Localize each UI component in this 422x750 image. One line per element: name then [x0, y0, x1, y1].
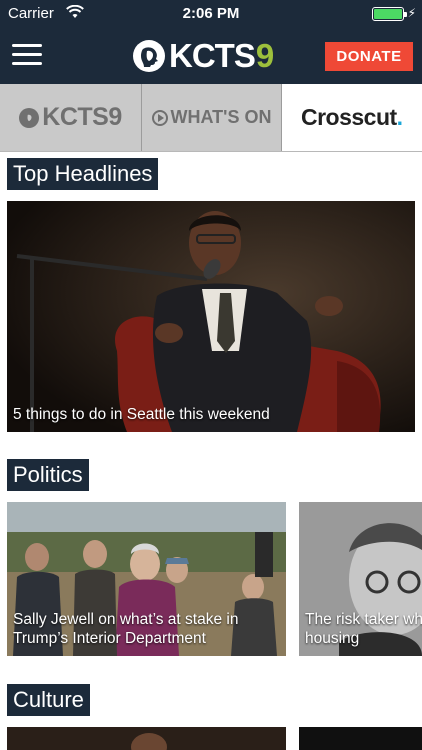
card-caption: Sally Jewell on what’s at stake in Trump…: [13, 611, 239, 647]
channel-tabs: KCTS9 WHAT'S ON Crosscut.: [0, 84, 422, 152]
kcts9-logo[interactable]: KCTS 9: [133, 36, 274, 76]
culture-photo-1: [7, 727, 286, 750]
section-title-politics: Politics: [7, 459, 89, 491]
culture-card-2[interactable]: [299, 727, 422, 750]
tab-crosscut[interactable]: Crosscut.: [282, 84, 422, 151]
crosscut-dot: .: [396, 104, 404, 130]
card-caption: The risk taker wh housing: [305, 611, 422, 647]
tab-label: KCTS9: [42, 103, 122, 131]
brand-number: 9: [255, 37, 275, 74]
tab-label: Crosscut: [300, 104, 397, 130]
section-title-top-headlines: Top Headlines: [7, 158, 159, 190]
clock: 2:06 PM: [182, 5, 240, 22]
charging-bolt-icon: ⚡: [407, 6, 416, 20]
section-title-culture: Culture: [7, 684, 90, 716]
headline-photo: [7, 201, 415, 432]
card-caption: 5 things to do in Seattle this weekend: [13, 406, 270, 423]
politics-card-2[interactable]: The risk taker wh housing: [299, 502, 422, 656]
play-circle-icon: [151, 109, 168, 126]
tab-label: WHAT'S ON: [170, 107, 272, 127]
politics-card-1[interactable]: Sally Jewell on what’s at stake in Trump…: [7, 502, 286, 656]
pbs-head-icon: [133, 40, 165, 72]
culture-card-1[interactable]: [7, 727, 286, 750]
app-header: KCTS 9 DONATE: [0, 28, 422, 84]
menu-hamburger-icon[interactable]: [12, 44, 42, 66]
top-bar: Carrier 2:06 PM ⚡ KCTS 9 DONATE: [0, 0, 422, 84]
headline-card[interactable]: 5 things to do in Seattle this weekend: [7, 201, 415, 432]
status-bar: Carrier 2:06 PM ⚡: [0, 0, 422, 28]
donate-button[interactable]: DONATE: [325, 42, 413, 71]
tab-whats-on[interactable]: WHAT'S ON: [142, 84, 282, 151]
battery-icon: [372, 7, 407, 21]
brand-text: KCTS: [169, 37, 256, 74]
app-screen: Carrier 2:06 PM ⚡ KCTS 9 DONATE KCTS9 WH…: [0, 0, 422, 750]
pbs-head-icon: [19, 107, 40, 128]
tab-kcts9[interactable]: KCTS9: [0, 84, 142, 151]
